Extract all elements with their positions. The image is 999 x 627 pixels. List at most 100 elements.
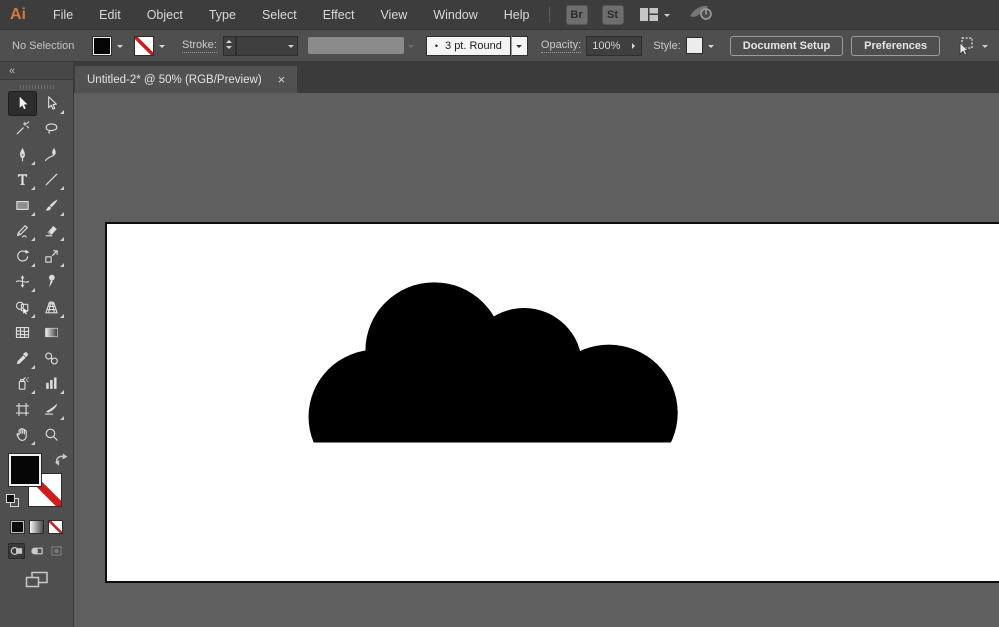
- collapse-panel-button[interactable]: «: [9, 65, 15, 77]
- preferences-button[interactable]: Preferences: [851, 35, 941, 56]
- chevron-down-icon: [707, 44, 714, 51]
- brush-definition-select[interactable]: • 3 pt. Round: [425, 35, 511, 56]
- menu-item-select[interactable]: Select: [249, 0, 310, 30]
- hand-tool[interactable]: [8, 423, 37, 448]
- fill-color-chevron[interactable]: [112, 36, 128, 56]
- color-type-row: [0, 520, 73, 534]
- bridge-button[interactable]: Br: [565, 4, 588, 25]
- zoom-tool[interactable]: [37, 423, 66, 448]
- eyedropper-tool[interactable]: [8, 346, 37, 371]
- stroke-weight-stepper[interactable]: [222, 35, 236, 56]
- none-slash-icon: [135, 36, 153, 55]
- scale-tool[interactable]: [37, 244, 66, 269]
- lasso-tool[interactable]: [37, 117, 66, 142]
- menu-item-effect[interactable]: Effect: [310, 0, 368, 30]
- draw-behind-button[interactable]: [28, 543, 45, 559]
- eraser-tool[interactable]: [37, 219, 66, 244]
- stroke-color-chevron[interactable]: [154, 36, 170, 56]
- chevron-down-icon: [407, 44, 414, 51]
- chevron-down-icon: [159, 44, 165, 51]
- pasteboard[interactable]: [74, 93, 999, 627]
- style-swatch[interactable]: [685, 37, 703, 54]
- select-similar-button[interactable]: [954, 36, 989, 56]
- gpu-performance-button[interactable]: [688, 3, 714, 26]
- gradient-tool[interactable]: [37, 321, 66, 346]
- perspective-grid-tool[interactable]: [37, 295, 66, 320]
- step-up-icon: [226, 37, 233, 43]
- fill-color-swatch[interactable]: [92, 35, 112, 56]
- gradient-button[interactable]: [29, 520, 44, 534]
- illustrator-window: Ai File Edit Object Type Select Effect View Win…: [0, 0, 999, 627]
- menu-item-help[interactable]: Help: [491, 0, 543, 30]
- line-tool[interactable]: [37, 168, 66, 193]
- artboard[interactable]: [105, 222, 999, 583]
- tab-bar: Untitled-2* @ 50% (RGB/Preview) ×: [74, 62, 999, 93]
- width-profile-select[interactable]: [307, 37, 404, 54]
- style-chevron[interactable]: [703, 36, 719, 56]
- opacity-link[interactable]: Opacity:: [540, 39, 582, 53]
- column-graph-tool[interactable]: [37, 372, 66, 397]
- document-setup-button[interactable]: Document Setup: [729, 35, 844, 56]
- fill-proxy-swatch[interactable]: [7, 453, 42, 487]
- shape-builder-tool[interactable]: [8, 295, 37, 320]
- width-tool[interactable]: [8, 270, 37, 295]
- default-fill-stroke-icon[interactable]: [5, 494, 19, 507]
- drawing-modes-row: [0, 543, 73, 559]
- workspace-switcher[interactable]: [639, 8, 670, 21]
- brush-definition-chevron[interactable]: [510, 35, 528, 56]
- mesh-tool[interactable]: [8, 321, 37, 346]
- puppet-warp-tool[interactable]: [37, 270, 66, 295]
- menu-item-edit[interactable]: Edit: [86, 0, 134, 30]
- brush-preview-dot: •: [434, 40, 439, 51]
- tools-grid: [0, 91, 73, 447]
- draw-inside-icon: [51, 546, 62, 556]
- magic-wand-tool[interactable]: [8, 117, 37, 142]
- stroke-panel-link[interactable]: Stroke:: [182, 39, 217, 53]
- type-tool[interactable]: [8, 168, 37, 193]
- stroke-weight-select[interactable]: [235, 35, 298, 56]
- menu-item-view[interactable]: View: [367, 0, 420, 30]
- selection-tool[interactable]: [7, 91, 37, 116]
- chevron-down-icon: [663, 13, 670, 20]
- panel-grip[interactable]: [19, 85, 54, 89]
- none-button[interactable]: [48, 520, 63, 534]
- opacity-input[interactable]: 100%: [586, 35, 643, 56]
- menu-item-file[interactable]: File: [40, 0, 86, 30]
- draw-inside-button[interactable]: [48, 543, 65, 559]
- step-down-icon: [226, 46, 233, 52]
- stroke-color-swatch[interactable]: [134, 35, 154, 56]
- blend-tool[interactable]: [37, 346, 66, 371]
- paintbrush-tool[interactable]: [37, 193, 66, 218]
- draw-normal-button[interactable]: [8, 543, 25, 559]
- chevron-down-icon: [287, 44, 294, 51]
- artboard-tool-tool[interactable]: [8, 397, 37, 422]
- cloud-shape[interactable]: [107, 224, 999, 581]
- curvature-tool[interactable]: [37, 142, 66, 167]
- rectangle-tool[interactable]: [8, 193, 37, 218]
- direct-selection-tool[interactable]: [37, 91, 66, 116]
- pen-tool[interactable]: [8, 142, 37, 167]
- color-button[interactable]: [10, 520, 25, 534]
- app-logo: Ai: [10, 5, 26, 23]
- document-tab[interactable]: Untitled-2* @ 50% (RGB/Preview) ×: [75, 66, 298, 93]
- stock-button[interactable]: St: [601, 4, 624, 25]
- chevron-down-icon: [117, 44, 123, 51]
- close-tab-icon[interactable]: ×: [278, 73, 286, 86]
- fill-stroke-block: [5, 453, 68, 513]
- menu-item-window[interactable]: Window: [420, 0, 490, 30]
- shaper-tool[interactable]: [8, 219, 37, 244]
- slice-tool[interactable]: [37, 397, 66, 422]
- menu-item-object[interactable]: Object: [134, 0, 196, 30]
- brush-definition-value: 3 pt. Round: [445, 39, 502, 52]
- style-label: Style:: [653, 39, 681, 52]
- menu-item-type[interactable]: Type: [196, 0, 249, 30]
- chevron-down-icon: [516, 44, 523, 51]
- swap-fill-stroke-icon[interactable]: [54, 453, 68, 466]
- screen-mode-button[interactable]: [25, 571, 49, 589]
- symbol-sprayer-tool[interactable]: [8, 372, 37, 397]
- opacity-value: 100%: [592, 39, 621, 52]
- draw-normal-icon: [10, 547, 23, 555]
- rotate-tool[interactable]: [8, 244, 37, 269]
- panel-header: «: [0, 62, 73, 80]
- chevron-down-icon: [982, 44, 989, 51]
